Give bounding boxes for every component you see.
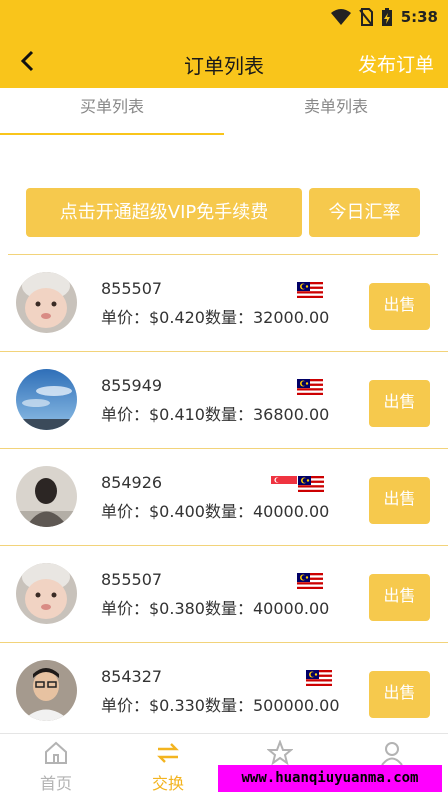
order-id: 854926 [101,473,163,492]
publish-order-button[interactable]: 发布订单 [358,50,434,77]
sell-button[interactable]: 出售 [369,380,430,427]
watermark: www.huanqiuyuanma.com [218,765,442,792]
avatar [16,272,77,333]
battery-charging-icon [381,8,392,26]
country-flags [297,282,323,298]
order-row: 854926 单价：$0.400数量：40000.00 出售 [0,449,448,546]
order-row: 855507 单价：$0.380数量：40000.00 出售 [0,546,448,643]
tab-sell-list[interactable]: 卖单列表 [224,88,448,134]
order-id: 854327 [101,667,163,686]
avatar [16,369,77,430]
order-price-quantity: 单价：$0.380数量：40000.00 [101,599,330,618]
country-flags [271,476,324,492]
vip-button[interactable]: 点击开通超级VIP免手续费 [26,188,302,237]
avatar [16,563,77,624]
user-icon [381,742,403,766]
malaysia-flag-icon [306,670,332,686]
sell-button[interactable]: 出售 [369,671,430,718]
nav-exchange[interactable]: 交换 [112,740,224,796]
country-flags [297,379,323,395]
nav-exchange-label: 交换 [151,774,184,793]
home-icon [45,741,67,764]
status-icons: 5:38 [330,6,438,28]
sell-button[interactable]: 出售 [369,574,430,621]
order-id: 855507 [101,279,163,298]
no-sim-icon [358,8,373,26]
action-buttons: 点击开通超级VIP免手续费 今日汇率 [26,188,422,238]
order-price-quantity: 单价：$0.420数量：32000.00 [101,308,330,327]
singapore-flag-icon [271,476,297,492]
app-bar: 订单列表 发布订单 [0,34,448,88]
avatar [16,660,77,721]
exchange-icon [157,743,179,763]
malaysia-flag-icon [297,379,323,395]
country-flags [297,573,323,589]
order-price-quantity: 单价：$0.330数量：500000.00 [101,696,340,715]
order-row: 854327 单价：$0.330数量：500000.00 出售 [0,643,448,740]
order-id: 855507 [101,570,163,589]
status-time: 5:38 [400,8,438,26]
avatar [16,466,77,527]
country-flags [306,670,332,686]
order-tabs: 买单列表 卖单列表 [0,88,448,136]
active-tab-indicator [0,133,224,135]
malaysia-flag-icon [297,573,323,589]
order-price-quantity: 单价：$0.400数量：40000.00 [101,502,330,521]
sell-button[interactable]: 出售 [369,283,430,330]
star-icon [267,740,293,766]
nav-home-label: 首页 [39,774,72,793]
order-list: 855507 单价：$0.420数量：32000.00 出售 855949 单价… [0,255,448,740]
nav-home[interactable]: 首页 [0,740,112,796]
sell-button[interactable]: 出售 [369,477,430,524]
malaysia-flag-icon [298,476,324,492]
status-bar: 5:38 [0,0,448,34]
tab-buy-list[interactable]: 买单列表 [0,88,224,134]
order-price-quantity: 单价：$0.410数量：36800.00 [101,405,330,424]
order-row: 855949 单价：$0.410数量：36800.00 出售 [0,352,448,449]
order-id: 855949 [101,376,163,395]
exchange-rate-button[interactable]: 今日汇率 [309,188,420,237]
wifi-icon [330,9,351,25]
malaysia-flag-icon [297,282,323,298]
order-row: 855507 单价：$0.420数量：32000.00 出售 [0,255,448,352]
